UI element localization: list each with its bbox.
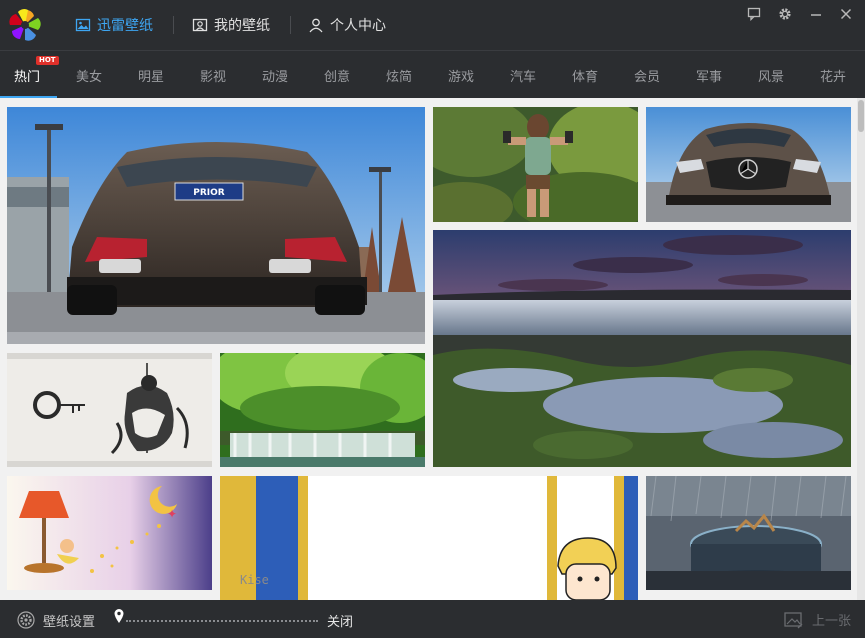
close-button[interactable] <box>837 5 855 23</box>
svg-text:✦: ✦ <box>167 507 177 521</box>
feedback-icon <box>747 7 761 21</box>
settings-gear-icon <box>17 611 35 629</box>
tab-label: 个人中心 <box>330 18 386 34</box>
wallpaper-gallery: PRIOR ✦ Kise <box>0 98 857 600</box>
previous-wallpaper-label: 上一张 <box>812 614 852 629</box>
wallpaper-thumbnail <box>646 107 851 222</box>
category-film[interactable]: 影视 <box>200 66 226 85</box>
wallpaper-thumbnail: ✦ <box>7 476 212 590</box>
settings-gear-icon <box>779 8 791 20</box>
previous-image-icon <box>784 611 803 628</box>
wallpaper-tile-forest-waterfall[interactable] <box>220 353 425 467</box>
feedback-button[interactable] <box>745 5 763 23</box>
wallpaper-caption: Kise <box>240 573 269 587</box>
wallpaper-thumbnail <box>433 230 851 467</box>
wallpaper-thumbnail <box>433 107 638 222</box>
wallpaper-tile-car-front[interactable] <box>646 107 851 222</box>
tab-my-wallpaper[interactable]: 我的壁纸 <box>192 14 270 36</box>
category-scenery[interactable]: 风景 <box>758 66 784 85</box>
tab-personal-center[interactable]: 个人中心 <box>308 14 386 36</box>
category-sports[interactable]: 体育 <box>572 66 598 85</box>
app-logo-icon <box>9 9 41 41</box>
category-celebrity[interactable]: 明星 <box>138 66 164 85</box>
tab-label: 我的壁纸 <box>214 18 270 34</box>
settings-button[interactable] <box>776 5 794 23</box>
wallpaper-thumbnail <box>646 476 851 590</box>
nav-divider <box>290 16 291 34</box>
wallpaper-tile-fantasy-rain[interactable] <box>646 476 851 590</box>
vertical-scrollbar[interactable] <box>857 98 865 600</box>
minimize-icon <box>811 14 821 16</box>
category-cars[interactable]: 汽车 <box>510 66 536 85</box>
tab-label: 迅雷壁纸 <box>97 18 153 34</box>
close-icon <box>840 8 852 20</box>
category-beauty[interactable]: 美女 <box>76 66 102 85</box>
wallpaper-tile-sunset-shore[interactable] <box>433 230 851 467</box>
wallpaper-settings-button[interactable]: 壁纸设置 <box>16 610 95 630</box>
wallpaper-thumbnail <box>220 353 425 467</box>
wallpaper-thumbnail: PRIOR <box>7 107 425 344</box>
previous-wallpaper-button[interactable]: 上一张 <box>784 610 851 629</box>
wallpaper-tile-cartoon-lamp[interactable]: ✦ <box>7 476 212 590</box>
user-icon <box>309 18 323 33</box>
category-games[interactable]: 游戏 <box>448 66 474 85</box>
category-flowers[interactable]: 花卉 <box>820 66 846 85</box>
category-members[interactable]: 会员 <box>634 66 660 85</box>
wallpaper-app-window: 迅雷壁纸 我的壁纸 个人中心 热门 HOT 美女 明星 影视 动漫 创意 炫简 … <box>0 0 865 638</box>
title-bar: 迅雷壁纸 我的壁纸 个人中心 <box>0 0 865 50</box>
wallpaper-tile-ink-samurai[interactable] <box>7 353 212 467</box>
wallpaper-thumbnail <box>7 353 212 467</box>
category-minimal[interactable]: 炫简 <box>386 66 412 85</box>
category-anime[interactable]: 动漫 <box>262 66 288 85</box>
wallpaper-tile-cartoon-boy[interactable]: Kise <box>220 476 638 600</box>
minimize-button[interactable] <box>807 5 825 23</box>
close-auto-switch-button[interactable]: 关闭 <box>327 611 353 630</box>
wallpaper-settings-label: 壁纸设置 <box>43 614 96 630</box>
wallpaper-tile-car-rear[interactable]: PRIOR <box>7 107 425 344</box>
scrollbar-thumb[interactable] <box>858 100 864 132</box>
hot-badge: HOT <box>36 56 59 65</box>
image-icon <box>75 18 91 32</box>
interval-slider-track[interactable] <box>126 620 318 622</box>
wallpaper-tile-game-heroine[interactable] <box>433 107 638 222</box>
category-bar: 热门 HOT 美女 明星 影视 动漫 创意 炫简 游戏 汽车 体育 会员 军事 … <box>0 50 865 99</box>
category-hot[interactable]: 热门 <box>14 66 40 85</box>
location-pin-icon[interactable] <box>113 608 125 624</box>
nav-divider <box>173 16 174 34</box>
my-wallpaper-icon <box>192 18 208 32</box>
license-plate-text: PRIOR <box>193 188 225 198</box>
category-creative[interactable]: 创意 <box>324 66 350 85</box>
wallpaper-thumbnail: Kise <box>220 476 638 600</box>
tab-xunlei-wallpaper[interactable]: 迅雷壁纸 <box>75 14 153 36</box>
footer-bar: 壁纸设置 关闭 上一张 <box>0 600 865 638</box>
category-military[interactable]: 军事 <box>696 66 722 85</box>
